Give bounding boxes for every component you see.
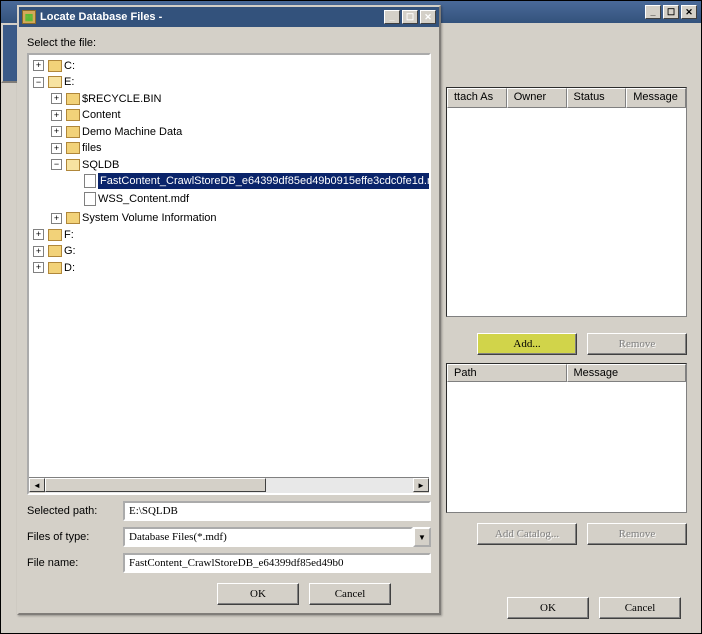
remove-button-2: Remove (587, 523, 687, 545)
add-catalog-button: Add Catalog... (477, 523, 577, 545)
bg-databases-list: ttach As Owner Status Message (446, 87, 687, 317)
folder-icon (66, 109, 80, 121)
file-name-label: File name: (27, 557, 117, 569)
modal-minimize-button[interactable]: _ (384, 10, 400, 24)
locate-dialog: ▦ Locate Database Files - _ ☐ ✕ Select t… (17, 5, 441, 615)
bg-ok-button[interactable]: OK (507, 597, 589, 619)
remove-button: Remove (587, 333, 687, 355)
scroll-left-button[interactable]: ◄ (29, 478, 45, 492)
files-of-type-label: Files of type: (27, 531, 117, 543)
selected-path-input[interactable]: E:\SQLDB (123, 501, 431, 521)
tree-node-e[interactable]: − E: + $RECYCLE.BIN + Content + Demo Mac… (33, 74, 429, 227)
folder-icon (48, 229, 62, 241)
folder-icon (48, 262, 62, 274)
file-name-input[interactable]: FastContent_CrawlStoreDB_e64399df85ed49b… (123, 553, 431, 573)
folder-icon (66, 93, 80, 105)
modal-titlebar[interactable]: ▦ Locate Database Files - _ ☐ ✕ (19, 7, 439, 27)
bg-minimize-button[interactable]: _ (645, 5, 661, 19)
col-path[interactable]: Path (447, 364, 567, 382)
file-icon (84, 174, 96, 188)
selected-path-label: Selected path: (27, 505, 117, 517)
bg-cancel-button[interactable]: Cancel (599, 597, 681, 619)
folder-icon (66, 142, 80, 154)
modal-cancel-button[interactable]: Cancel (309, 583, 391, 605)
db-file-icon: ▦ (22, 10, 36, 24)
folder-open-icon (66, 159, 80, 171)
folder-open-icon (48, 76, 62, 88)
tree-node-wss[interactable]: WSS_Content.mdf (69, 191, 429, 210)
tree-node-c[interactable]: + C: (33, 57, 429, 74)
tree-node-sqldb[interactable]: − SQLDB FastContent_CrawlStoreDB_e64399d… (51, 156, 429, 210)
modal-title-text: Locate Database Files - (40, 11, 162, 23)
file-tree[interactable]: + C: − E: + $RECYCLE.BIN + Content + Dem… (27, 53, 431, 495)
select-file-label: Select the file: (27, 37, 431, 49)
folder-icon (66, 212, 80, 224)
tree-node-sysvol[interactable]: + System Volume Information (51, 210, 429, 227)
modal-close-button[interactable]: ✕ (420, 10, 436, 24)
tree-node-d[interactable]: + D: (33, 259, 429, 276)
bg-maximize-button[interactable]: ☐ (663, 5, 679, 19)
scroll-right-button[interactable]: ► (413, 478, 429, 492)
col-status[interactable]: Status (567, 88, 627, 108)
folder-icon (48, 60, 62, 72)
bg-close-button[interactable]: ✕ (681, 5, 697, 19)
col-message[interactable]: Message (626, 88, 686, 108)
folder-icon (66, 126, 80, 138)
tree-node-files[interactable]: + files (51, 140, 429, 157)
scroll-track[interactable] (45, 478, 413, 493)
tree-node-content[interactable]: + Content (51, 107, 429, 124)
tree-node-g[interactable]: + G: (33, 243, 429, 260)
tree-node-recycle[interactable]: + $RECYCLE.BIN (51, 90, 429, 107)
scroll-thumb[interactable] (45, 478, 266, 492)
chevron-down-icon[interactable]: ▼ (413, 527, 431, 547)
horizontal-scrollbar[interactable]: ◄ ► (29, 477, 429, 493)
files-of-type-value: Database Files(*.mdf) (123, 527, 413, 547)
col-message2[interactable]: Message (567, 364, 687, 382)
tree-node-fastcontent[interactable]: FastContent_CrawlStoreDB_e64399df85ed49b… (69, 173, 429, 192)
tree-node-f[interactable]: + F: (33, 226, 429, 243)
col-owner[interactable]: Owner (507, 88, 567, 108)
files-of-type-combo[interactable]: Database Files(*.mdf) ▼ (123, 527, 431, 547)
bg-details-list: Path Message (446, 363, 687, 513)
modal-maximize-button[interactable]: ☐ (402, 10, 418, 24)
modal-ok-button[interactable]: OK (217, 583, 299, 605)
col-attach-as[interactable]: ttach As (447, 88, 507, 108)
file-icon (84, 192, 96, 206)
add-button[interactable]: Add... (477, 333, 577, 355)
folder-icon (48, 245, 62, 257)
tree-node-demo[interactable]: + Demo Machine Data (51, 123, 429, 140)
